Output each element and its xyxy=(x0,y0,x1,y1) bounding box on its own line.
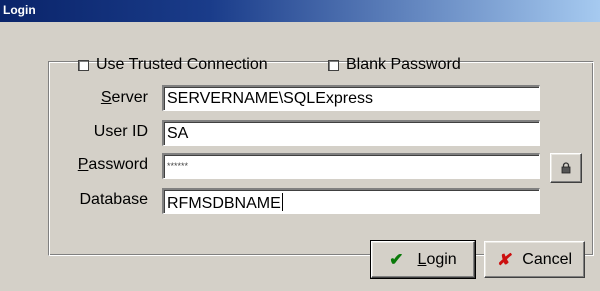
password-label: Password xyxy=(77,156,148,173)
userid-label: User ID xyxy=(93,123,148,140)
blank-password-label: Blank Password xyxy=(346,56,461,73)
database-input[interactable]: RFMSDBNAME xyxy=(162,188,540,214)
use-trusted-connection-checkbox[interactable]: Use Trusted Connection xyxy=(78,56,268,74)
cancel-button-label: Cancel xyxy=(522,250,573,268)
x-icon: ✘ xyxy=(496,251,511,269)
database-label: Database xyxy=(79,191,149,208)
title-bar[interactable]: Login xyxy=(0,0,600,22)
blank-password-checkbox[interactable]: Blank Password xyxy=(328,56,461,74)
use-trusted-connection-label: Use Trusted Connection xyxy=(96,56,268,73)
window-title: Login xyxy=(3,3,36,17)
text-caret xyxy=(281,193,283,211)
server-input[interactable]: SERVERNAME\SQLExpress xyxy=(162,85,540,111)
checkbox-box[interactable] xyxy=(78,59,89,71)
login-button[interactable]: ✔ Login xyxy=(370,240,476,279)
cancel-button[interactable]: ✘ Cancel xyxy=(484,241,585,278)
checkbox-box[interactable] xyxy=(328,59,339,71)
lock-icon xyxy=(561,162,571,174)
login-button-label: Login xyxy=(417,250,457,268)
password-input[interactable]: ****** xyxy=(162,153,540,179)
dialog-body: Use Trusted Connection Blank Password Se… xyxy=(0,22,600,291)
userid-input[interactable]: SA xyxy=(162,120,540,146)
check-icon: ✔ xyxy=(389,249,404,269)
show-password-button[interactable] xyxy=(550,153,582,183)
server-label: Server xyxy=(100,89,148,106)
